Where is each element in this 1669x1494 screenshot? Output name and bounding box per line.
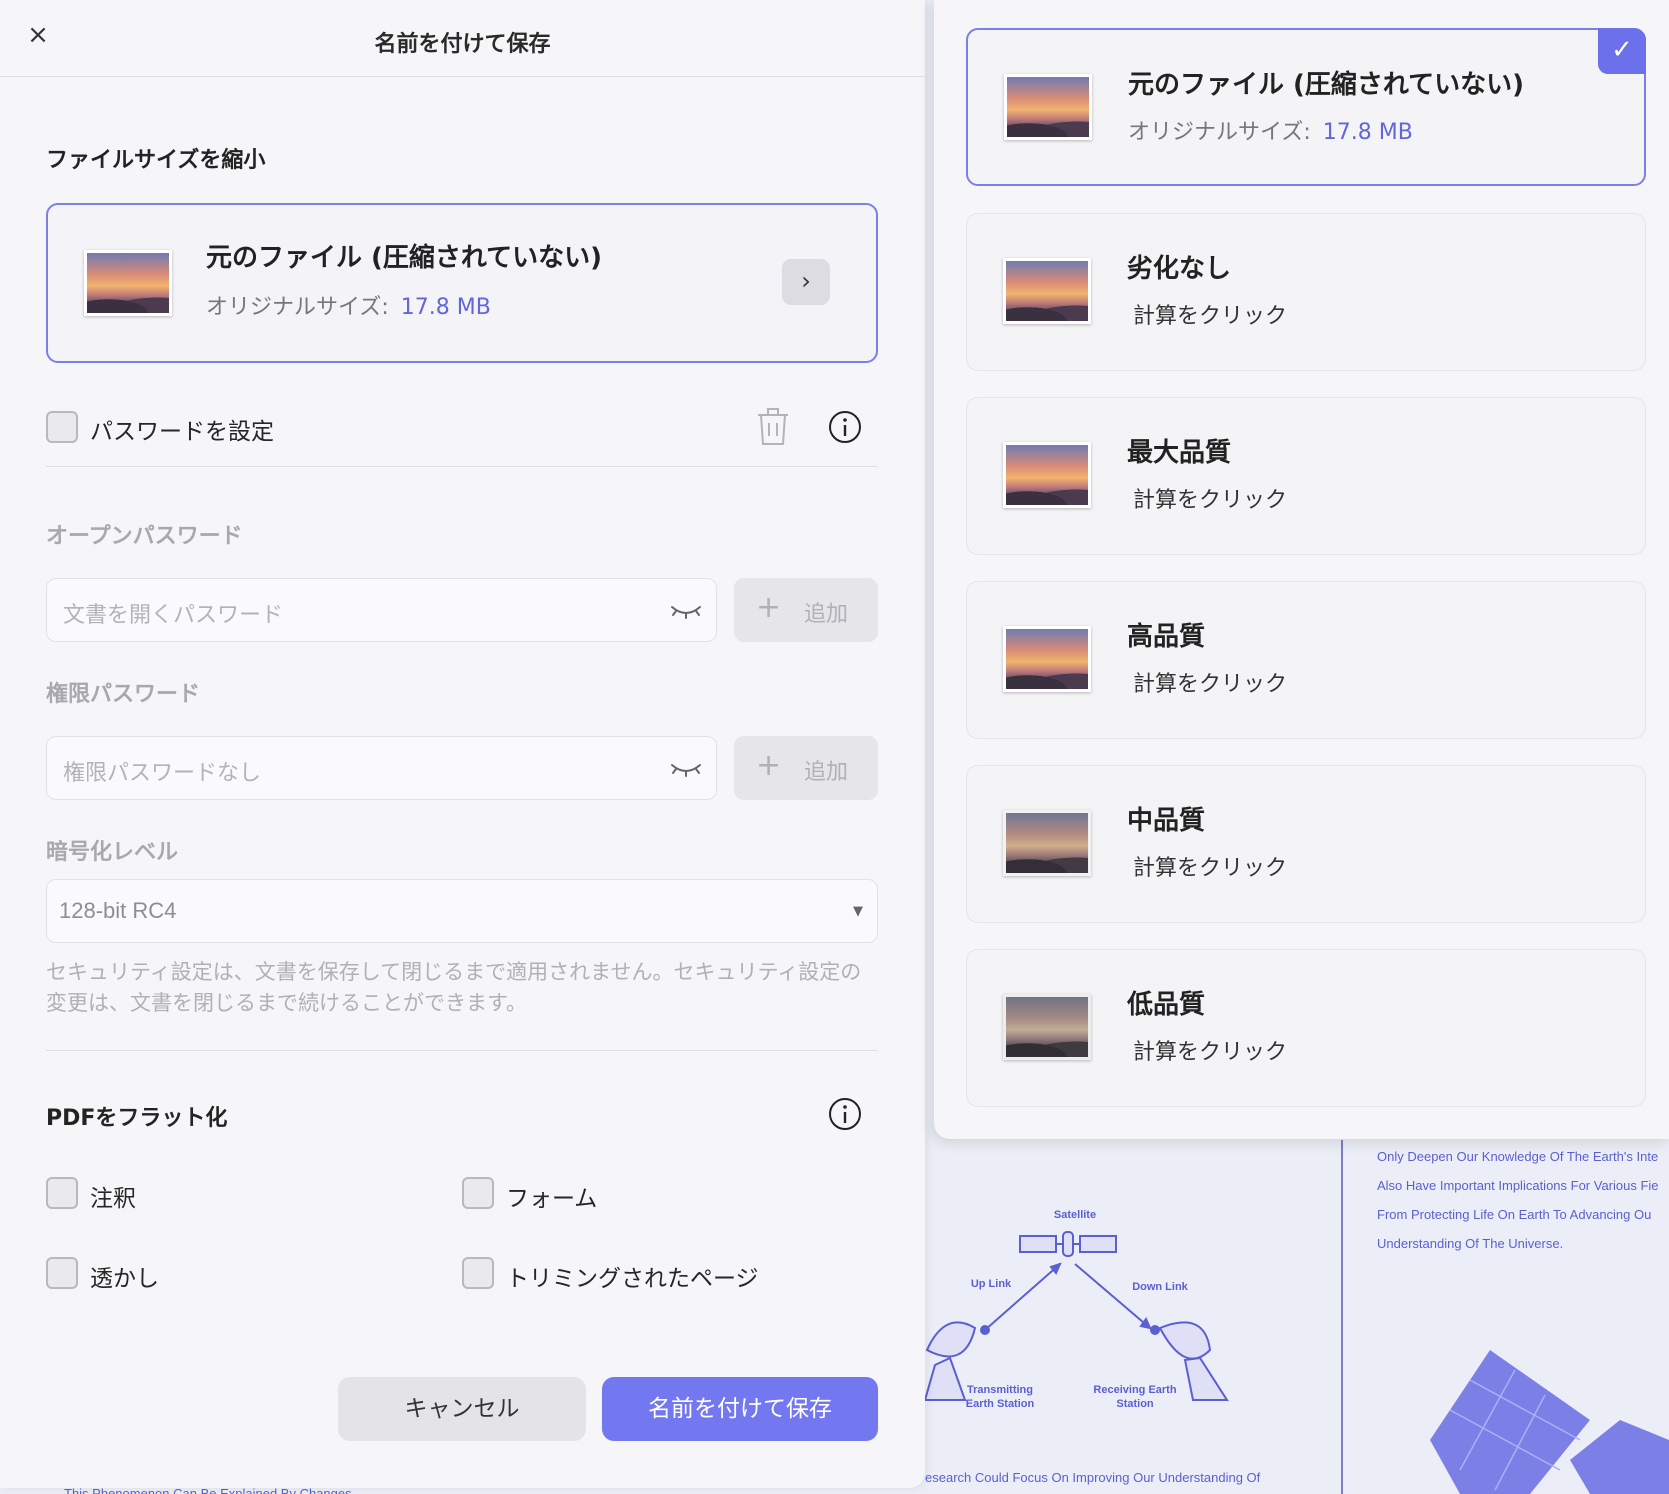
column-divider	[1341, 1140, 1343, 1494]
downlink-label: Down Link	[1132, 1281, 1188, 1293]
plus-icon: +	[756, 748, 782, 783]
paragraph-line: Only Deepen Our Knowledge Of The Earth's…	[1377, 1149, 1659, 1164]
set-password-label: パスワードを設定	[90, 419, 274, 445]
calculate-link[interactable]: 計算をクリック	[1133, 1034, 1287, 1066]
satellite-icon	[1019, 1231, 1117, 1257]
paragraph-line: Understanding Of The Universe.	[1377, 1236, 1564, 1251]
dialog-title: 名前を付けて保存	[374, 32, 551, 57]
info-icon[interactable]	[828, 410, 862, 444]
encryption-level-title: 暗号化レベル	[46, 840, 179, 865]
size-label: オリジナルサイズ:	[1128, 120, 1311, 145]
permission-password-placeholder: 権限パスワードなし	[63, 761, 262, 786]
quality-option-title: 最大品質	[1127, 438, 1232, 468]
trash-icon[interactable]	[756, 406, 790, 446]
file-thumbnail	[1004, 74, 1092, 140]
reduce-size-title: ファイルサイズを縮小	[46, 148, 266, 173]
file-thumbnail	[1003, 626, 1091, 692]
quality-option-maximum[interactable]: 最大品質 計算をクリック	[966, 397, 1646, 555]
file-thumbnail	[1003, 258, 1091, 324]
permission-password-input[interactable]: 権限パスワードなし	[46, 736, 717, 800]
compression-card-title: 元のファイル (圧縮されていない)	[206, 243, 603, 273]
calculate-link[interactable]: 計算をクリック	[1133, 850, 1287, 882]
quality-option-title: 高品質	[1127, 622, 1206, 652]
cancel-button[interactable]: キャンセル	[338, 1377, 586, 1441]
check-icon: ✓	[1598, 28, 1646, 74]
downlink-arrow	[1074, 1263, 1160, 1335]
encryption-level-value: 128-bit RC4	[59, 898, 177, 923]
open-password-title: オープンパスワード	[46, 524, 243, 549]
eye-closed-icon[interactable]	[670, 601, 702, 621]
size-label: オリジナルサイズ:	[206, 295, 389, 320]
quality-option-title: 元のファイル (圧縮されていない)	[1128, 70, 1525, 100]
quality-option-medium[interactable]: 中品質 計算をクリック	[966, 765, 1646, 923]
uplink-arrow	[980, 1262, 1062, 1335]
quality-option-title: 劣化なし	[1127, 254, 1232, 284]
file-thumbnail	[1003, 810, 1091, 876]
quality-option-original[interactable]: 元のファイル (圧縮されていない) オリジナルサイズ: 17.8 MB ✓	[966, 28, 1646, 186]
paragraph-line: From Protecting Life On Earth To Advanci…	[1377, 1207, 1652, 1222]
annotations-checkbox[interactable]	[46, 1177, 78, 1209]
quality-options-panel: 元のファイル (圧縮されていない) オリジナルサイズ: 17.8 MB ✓ 劣化な…	[934, 0, 1669, 1139]
quality-option-title: 中品質	[1127, 806, 1206, 836]
encryption-level-select[interactable]: 128-bit RC4 ▼	[46, 879, 878, 943]
save-as-dialog: × 名前を付けて保存 ファイルサイズを縮小 元のファイル (圧縮されていない) …	[0, 0, 925, 1488]
info-icon[interactable]	[828, 1097, 862, 1131]
calculate-link[interactable]: 計算をクリック	[1133, 298, 1287, 330]
calculate-link[interactable]: 計算をクリック	[1133, 666, 1287, 698]
add-button-label: 追加	[804, 760, 849, 785]
open-password-placeholder: 文書を開くパスワード	[63, 603, 284, 628]
permission-password-title: 権限パスワード	[46, 682, 201, 707]
annotations-label: 注釈	[90, 1186, 136, 1212]
save-as-button[interactable]: 名前を付けて保存	[602, 1377, 878, 1441]
watermark-label: 透かし	[90, 1266, 159, 1292]
eye-closed-icon[interactable]	[670, 759, 702, 779]
divider	[46, 1050, 878, 1051]
add-open-password-button[interactable]: + 追加	[734, 578, 878, 642]
forms-label: フォーム	[506, 1186, 598, 1212]
add-permission-password-button[interactable]: + 追加	[734, 736, 878, 800]
paragraph-line: Also Have Important Implications For Var…	[1377, 1178, 1659, 1193]
flatten-pdf-title: PDFをフラット化	[46, 1106, 228, 1131]
forms-checkbox[interactable]	[462, 1177, 494, 1209]
compression-card[interactable]: 元のファイル (圧縮されていない) オリジナルサイズ: 17.8 MB ›	[46, 203, 878, 363]
background-bottom-line: esearch Could Focus On Improving Our Und…	[925, 1470, 1261, 1485]
dialog-header: × 名前を付けて保存	[0, 0, 925, 77]
cropped-pages-checkbox[interactable]	[462, 1257, 494, 1289]
open-password-input[interactable]: 文書を開くパスワード	[46, 578, 717, 642]
satellite-illustration	[1430, 1350, 1669, 1494]
uplink-label: Up Link	[970, 1278, 1012, 1290]
cropped-pages-label: トリミングされたページ	[506, 1266, 759, 1292]
chevron-right-icon[interactable]: ›	[782, 259, 830, 305]
size-value: 17.8 MB	[1322, 120, 1413, 145]
satellite-label: Satellite	[1053, 1209, 1097, 1221]
set-password-checkbox[interactable]	[46, 411, 78, 443]
plus-icon: +	[756, 590, 782, 625]
file-thumbnail	[1003, 994, 1091, 1060]
size-value: 17.8 MB	[400, 295, 491, 320]
divider	[46, 466, 878, 467]
quality-option-high[interactable]: 高品質 計算をクリック	[966, 581, 1646, 739]
caret-down-icon: ▼	[853, 904, 863, 919]
watermark-checkbox[interactable]	[46, 1257, 78, 1289]
compression-card-size: オリジナルサイズ: 17.8 MB	[206, 289, 491, 321]
file-thumbnail	[1003, 442, 1091, 508]
quality-option-size: オリジナルサイズ: 17.8 MB	[1128, 114, 1413, 146]
receiving-station-label: Receiving Earth Station	[1093, 1384, 1177, 1410]
file-thumbnail	[84, 250, 172, 316]
quality-option-low[interactable]: 低品質 計算をクリック	[966, 949, 1646, 1107]
calculate-link[interactable]: 計算をクリック	[1133, 482, 1287, 514]
security-note: セキュリティ設定は、文書を保存して閉じるまで適用されません。セキュリティ設定の変…	[46, 960, 862, 1015]
transmitting-station-label: Transmitting Earth Station	[965, 1384, 1035, 1410]
quality-option-title: 低品質	[1127, 990, 1206, 1020]
add-button-label: 追加	[804, 602, 849, 627]
background-paragraph: Only Deepen Our Knowledge Of The Earth's…	[1377, 1142, 1669, 1258]
quality-option-lossless[interactable]: 劣化なし 計算をクリック	[966, 213, 1646, 371]
